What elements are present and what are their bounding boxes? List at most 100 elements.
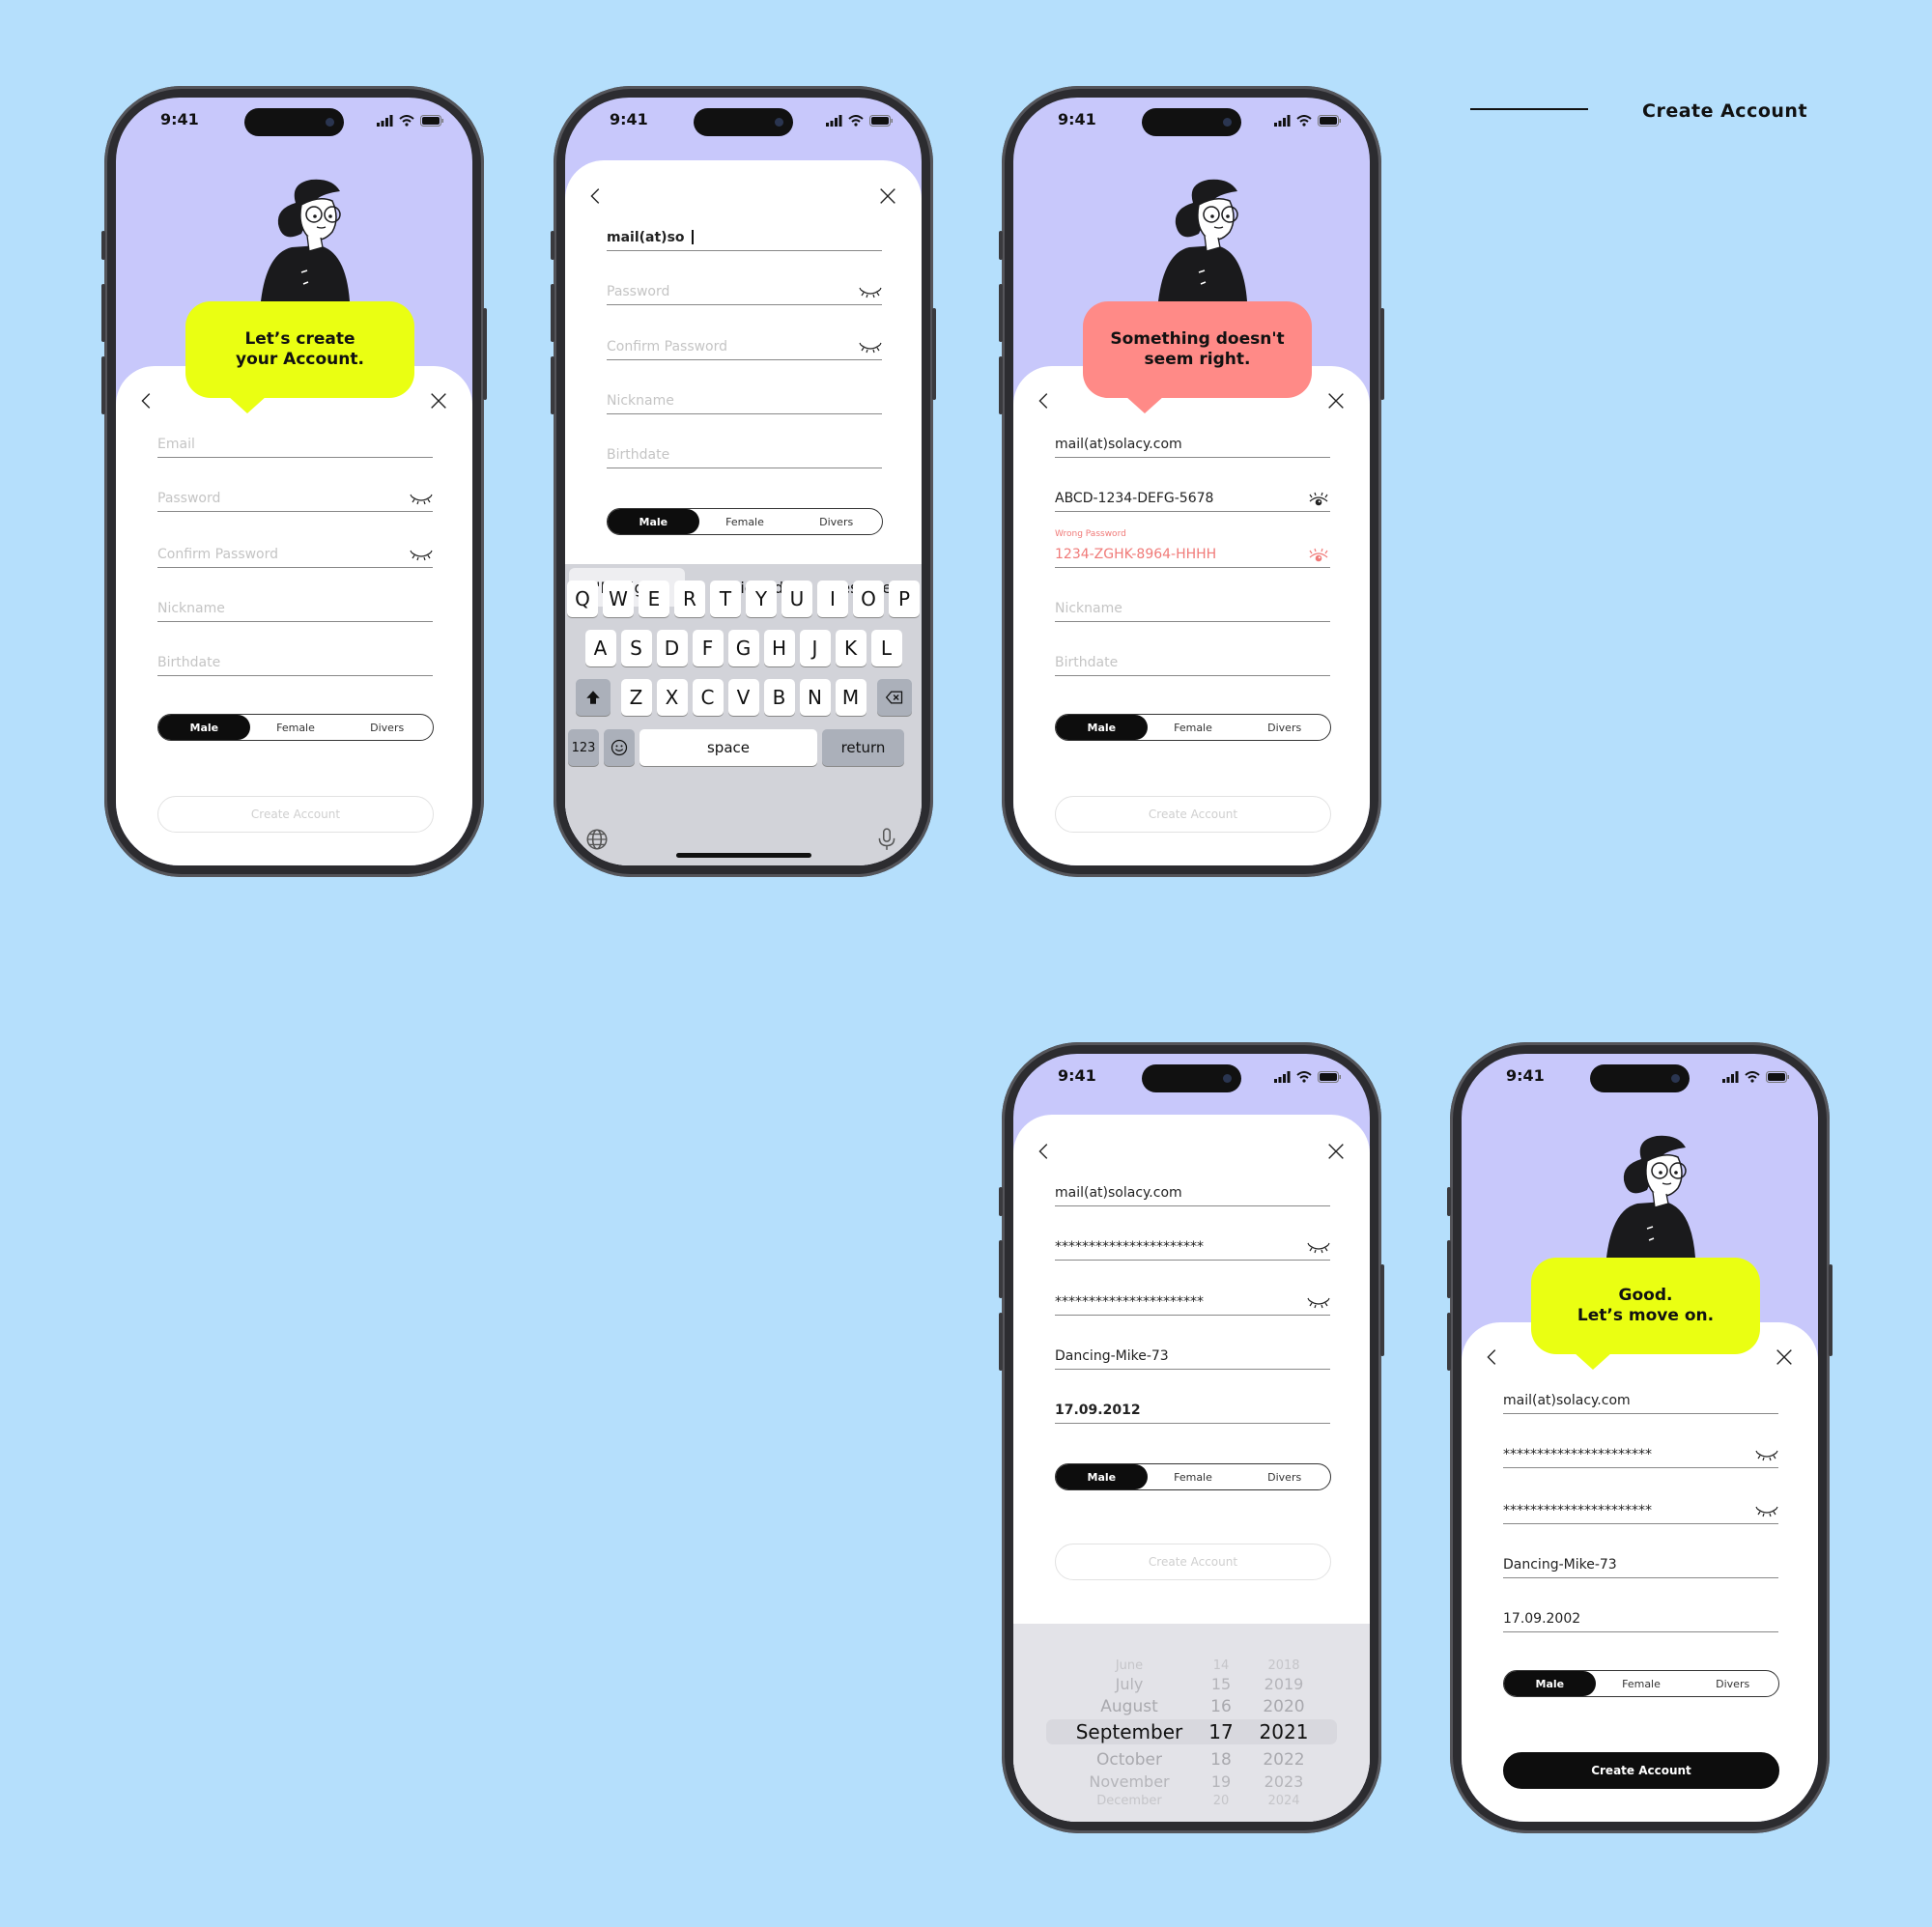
picker-option[interactable]: November <box>1062 1772 1197 1791</box>
birthdate-field[interactable]: 17.09.2002 <box>1503 1603 1778 1632</box>
return-key[interactable]: return <box>822 729 904 766</box>
emoji-key[interactable] <box>604 729 635 766</box>
birthdate-field[interactable]: 17.09.2012 <box>1055 1395 1330 1424</box>
close-button[interactable] <box>1325 390 1349 413</box>
picker-option[interactable]: October <box>1062 1750 1197 1770</box>
birthdate-field[interactable]: Birthdate <box>607 439 882 468</box>
close-button[interactable] <box>1774 1346 1797 1370</box>
key-o[interactable]: O <box>853 581 884 617</box>
key-l[interactable]: L <box>870 630 902 666</box>
key-z[interactable]: Z <box>620 679 652 716</box>
gender-option-female[interactable]: Female <box>1596 1671 1688 1696</box>
picker-month-column[interactable]: June July August September October November De… <box>1062 1624 1197 1822</box>
picker-day-column[interactable]: 14 15 16 17 18 19 20 <box>1197 1624 1245 1822</box>
close-button[interactable] <box>428 390 451 413</box>
eye-closed-icon[interactable] <box>1755 1504 1778 1519</box>
key-k[interactable]: K <box>835 630 867 666</box>
gender-option-male[interactable]: Male <box>1504 1671 1596 1696</box>
key-q[interactable]: Q <box>567 581 598 617</box>
key-g[interactable]: G <box>727 630 759 666</box>
picker-option[interactable]: 2018 <box>1250 1658 1318 1673</box>
picker-option[interactable]: 18 <box>1197 1750 1245 1770</box>
key-i[interactable]: I <box>817 581 848 617</box>
back-button[interactable] <box>1034 1141 1057 1164</box>
key-d[interactable]: D <box>656 630 688 666</box>
picker-year-column[interactable]: 2018 2019 2020 2021 2022 2023 2024 <box>1250 1624 1318 1822</box>
picker-option[interactable]: 19 <box>1197 1772 1245 1791</box>
back-button[interactable] <box>585 185 609 209</box>
picker-option[interactable]: December <box>1062 1794 1197 1808</box>
eye-closed-icon[interactable] <box>410 492 433 507</box>
nickname-field[interactable]: Nickname <box>157 593 433 622</box>
email-field[interactable]: mail(at)so <box>607 222 882 251</box>
gender-option-divers[interactable]: Divers <box>341 715 433 740</box>
shift-key[interactable] <box>575 679 611 716</box>
password-field[interactable]: ABCD-1234-DEFG-5678 <box>1055 483 1330 512</box>
gender-selector[interactable]: Male Female Divers <box>607 508 883 535</box>
gender-option-female[interactable]: Female <box>699 509 791 534</box>
gender-selector[interactable]: Male Female Divers <box>1055 1463 1331 1490</box>
password-field[interactable]: ********************** <box>1055 1232 1330 1261</box>
key-w[interactable]: W <box>603 581 634 617</box>
picker-option[interactable]: 20 <box>1197 1794 1245 1808</box>
key-r[interactable]: R <box>674 581 705 617</box>
password-field[interactable]: Password <box>157 483 433 512</box>
email-field[interactable]: Email <box>157 429 433 458</box>
backspace-key[interactable] <box>876 679 912 716</box>
gender-selector[interactable]: Male Female Divers <box>1055 714 1331 741</box>
eye-open-icon[interactable] <box>1307 548 1330 563</box>
create-account-button[interactable]: Create Account <box>1055 796 1331 833</box>
key-x[interactable]: X <box>656 679 688 716</box>
eye-closed-icon[interactable] <box>1307 1295 1330 1311</box>
gender-selector[interactable]: Male Female Divers <box>157 714 434 741</box>
key-y[interactable]: Y <box>746 581 777 617</box>
eye-closed-icon[interactable] <box>859 285 882 300</box>
picker-option[interactable]: 2022 <box>1250 1750 1318 1770</box>
email-field[interactable]: mail(at)solacy.com <box>1503 1385 1778 1414</box>
gender-option-male[interactable]: Male <box>1056 1464 1148 1489</box>
eye-closed-icon[interactable] <box>410 548 433 563</box>
confirm-password-field[interactable]: ********************** <box>1055 1287 1330 1316</box>
numbers-key[interactable]: 123 <box>568 729 599 766</box>
close-button[interactable] <box>1325 1141 1349 1164</box>
gender-option-female[interactable]: Female <box>1148 1464 1239 1489</box>
date-picker[interactable]: June July August September October November De… <box>1013 1624 1370 1822</box>
picker-option[interactable]: 14 <box>1197 1658 1245 1673</box>
nickname-field[interactable]: Nickname <box>1055 593 1330 622</box>
key-t[interactable]: T <box>710 581 741 617</box>
gender-option-divers[interactable]: Divers <box>1238 715 1330 740</box>
microphone-icon[interactable] <box>874 827 899 852</box>
key-v[interactable]: V <box>727 679 759 716</box>
picker-option[interactable]: 2020 <box>1250 1697 1318 1716</box>
nickname-field[interactable]: Dancing-Mike-73 <box>1055 1341 1330 1370</box>
picker-option[interactable]: September <box>1062 1720 1197 1743</box>
back-button[interactable] <box>136 390 159 413</box>
confirm-password-field[interactable]: Confirm Password <box>157 539 433 568</box>
key-e[interactable]: E <box>639 581 669 617</box>
key-p[interactable]: P <box>889 581 920 617</box>
key-s[interactable]: S <box>620 630 652 666</box>
email-field[interactable]: mail(at)solacy.com <box>1055 429 1330 458</box>
create-account-button[interactable]: Create Account <box>1055 1544 1331 1580</box>
nickname-field[interactable]: Dancing-Mike-73 <box>1503 1549 1778 1578</box>
gender-option-male[interactable]: Male <box>158 715 250 740</box>
password-field[interactable]: ********************** <box>1503 1439 1778 1468</box>
picker-option[interactable]: June <box>1062 1658 1197 1673</box>
back-button[interactable] <box>1482 1346 1505 1370</box>
key-f[interactable]: F <box>692 630 724 666</box>
gender-selector[interactable]: Male Female Divers <box>1503 1670 1779 1697</box>
back-button[interactable] <box>1034 390 1057 413</box>
gender-option-divers[interactable]: Divers <box>1687 1671 1778 1696</box>
close-button[interactable] <box>877 185 900 209</box>
key-n[interactable]: N <box>799 679 831 716</box>
space-key[interactable]: space <box>639 729 817 766</box>
gender-option-male[interactable]: Male <box>608 509 699 534</box>
picker-option[interactable]: 2024 <box>1250 1794 1318 1808</box>
picker-option[interactable]: August <box>1062 1697 1197 1716</box>
key-b[interactable]: B <box>763 679 795 716</box>
email-field[interactable]: mail(at)solacy.com <box>1055 1177 1330 1206</box>
key-j[interactable]: J <box>799 630 831 666</box>
nickname-field[interactable]: Nickname <box>607 385 882 414</box>
confirm-password-field[interactable]: Confirm Password <box>607 331 882 360</box>
create-account-button[interactable]: Create Account <box>157 796 434 833</box>
